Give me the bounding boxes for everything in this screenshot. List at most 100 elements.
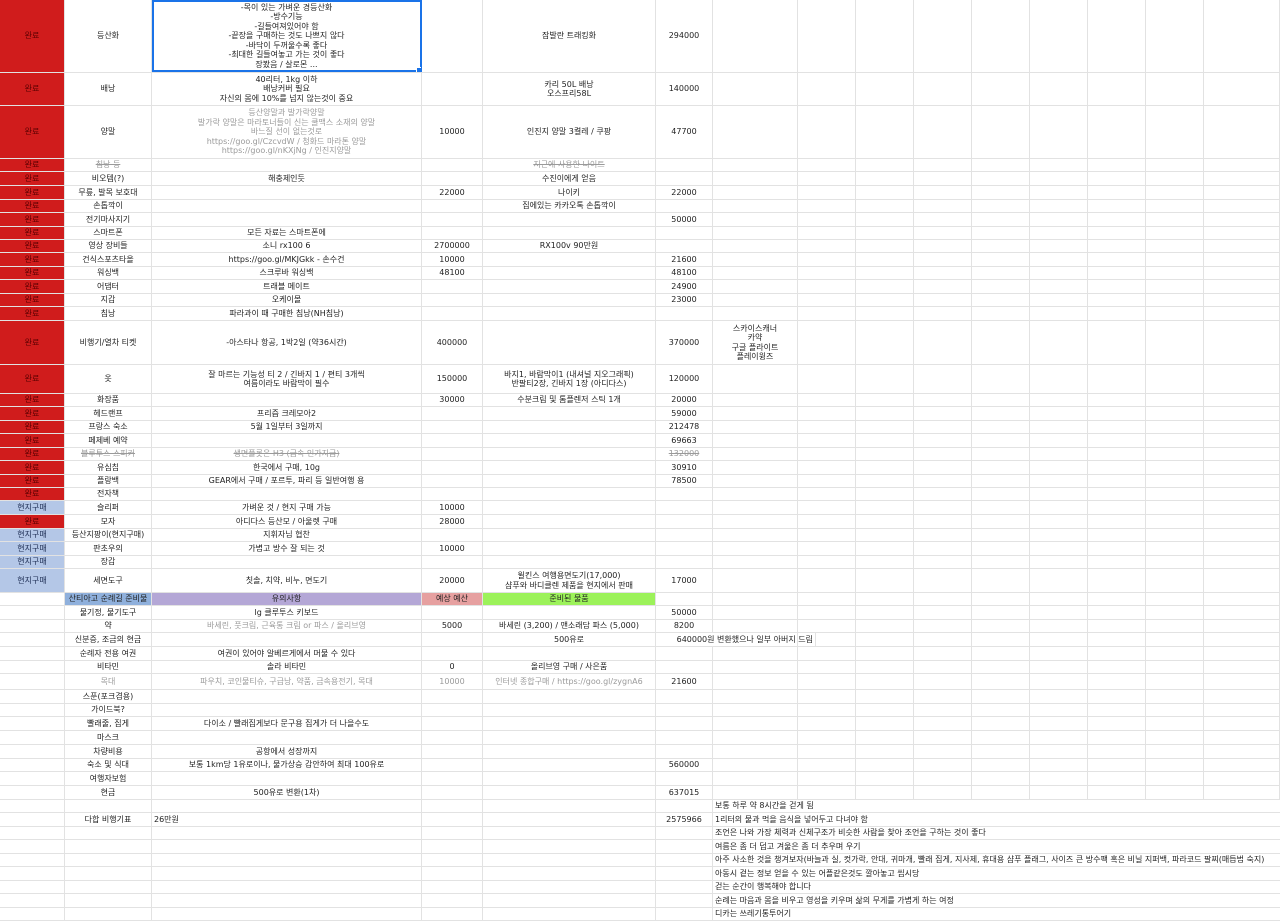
budget-cell[interactable]: 150000 [422,365,483,393]
item-cell[interactable]: 비행기/열차 티켓 [65,321,152,364]
empty-cell[interactable] [856,200,914,212]
budget-cell[interactable] [422,731,483,744]
budget-cell[interactable]: 10000 [422,253,483,266]
status-cell[interactable]: 완료 [0,307,65,320]
empty-cell[interactable] [972,448,1030,460]
empty-cell[interactable] [152,840,422,853]
empty-cell[interactable] [914,200,972,212]
empty-cell[interactable] [1088,501,1146,514]
empty-cell[interactable] [1204,434,1280,447]
status-cell[interactable]: 완료 [0,294,65,306]
budget-cell[interactable] [422,704,483,716]
note-cell[interactable]: 바세린, 풋크림, 근육통 크림 or 파스 / 올리브영 [152,620,422,632]
empty-cell[interactable] [914,690,972,703]
empty-cell[interactable] [1088,280,1146,293]
empty-cell[interactable] [1088,515,1146,528]
empty-cell[interactable] [1088,106,1146,158]
bought-cell[interactable] [483,321,656,364]
note-cell[interactable]: 보통 1km당 1유로이나, 물가상승 감안하여 최대 100유로 [152,759,422,771]
price-cell[interactable] [656,529,713,541]
bought-cell[interactable] [483,772,656,785]
item-cell[interactable]: 판초우의 [65,542,152,555]
empty-cell[interactable] [972,321,1030,364]
empty-cell[interactable] [972,515,1030,528]
empty-cell[interactable] [1146,0,1204,72]
empty-cell[interactable] [856,515,914,528]
item-cell[interactable]: 빨래줄, 집게 [65,717,152,730]
empty-cell[interactable] [1088,647,1146,660]
price-cell[interactable]: 69663 [656,434,713,447]
budget-cell[interactable] [422,434,483,447]
empty-cell[interactable] [856,759,914,771]
empty-cell[interactable] [914,227,972,239]
empty-cell[interactable] [856,106,914,158]
empty-cell[interactable] [1146,294,1204,306]
note-cell[interactable]: 지휘자님 협찬 [152,529,422,541]
bought-cell[interactable] [483,556,656,568]
empty-cell[interactable] [0,854,65,866]
bought-cell[interactable] [483,227,656,239]
empty-cell[interactable] [1088,240,1146,252]
empty-cell[interactable] [1146,213,1204,226]
item-cell[interactable]: 헤드랜프 [65,407,152,420]
empty-cell[interactable] [914,661,972,673]
note-text[interactable]: 순례는 마음과 몸을 비우고 영성을 키우며 삶의 무게를 가볍게 하는 여정 [713,894,1273,907]
budget-cell[interactable] [422,280,483,293]
empty-cell[interactable] [1146,461,1204,474]
empty-cell[interactable] [1088,307,1146,320]
item-cell[interactable]: 침낭 [65,307,152,320]
empty-cell[interactable] [656,800,713,812]
empty-cell[interactable] [1204,106,1280,158]
empty-cell[interactable] [972,633,1030,646]
empty-cell[interactable] [0,606,65,619]
price-cell[interactable] [656,647,713,660]
note-cell[interactable] [152,434,422,447]
empty-cell[interactable] [1088,529,1146,541]
empty-cell[interactable] [856,159,914,171]
empty-cell[interactable] [1204,294,1280,306]
price-cell[interactable] [656,772,713,785]
empty-cell[interactable] [1088,745,1146,758]
budget-cell[interactable] [422,759,483,771]
empty-cell[interactable] [1088,267,1146,279]
budget-cell[interactable]: 10000 [422,501,483,514]
note-cell[interactable]: 해충제인듯 [152,172,422,185]
empty-cell[interactable] [1030,213,1088,226]
item-cell[interactable]: 현금 [65,786,152,799]
bought-cell[interactable] [483,529,656,541]
empty-cell[interactable] [914,556,972,568]
empty-cell[interactable] [914,569,972,592]
empty-cell[interactable] [856,731,914,744]
empty-cell[interactable] [422,908,483,920]
empty-cell[interactable] [914,461,972,474]
empty-cell[interactable] [1030,475,1088,487]
bought-cell[interactable] [483,745,656,758]
empty-cell[interactable] [856,407,914,420]
empty-cell[interactable] [1204,606,1280,619]
empty-cell[interactable] [1030,529,1088,541]
item-cell[interactable]: 숙소 및 식대 [65,759,152,771]
empty-cell[interactable] [856,186,914,199]
empty-cell[interactable] [0,827,65,839]
status-cell[interactable]: 완료 [0,0,65,72]
empty-cell[interactable] [798,606,856,619]
price-cell[interactable] [656,745,713,758]
note-cell[interactable]: 40리터, 1kg 이하 배낭커버 필요 자신의 몸에 10%를 넘지 않는것이… [152,73,422,105]
bought-cell[interactable]: 윌킨스 여행용면도기(17,000) 샴푸와 바디클렌 제품을 현지에서 판매 [483,569,656,592]
empty-cell[interactable] [1204,461,1280,474]
empty-cell[interactable] [1088,661,1146,673]
note-cell[interactable]: lg 클루투스 키보드 [152,606,422,619]
empty-cell[interactable] [798,704,856,716]
empty-cell[interactable] [1204,515,1280,528]
empty-cell[interactable] [914,407,972,420]
extra-cell[interactable] [713,556,798,568]
empty-cell[interactable] [1204,200,1280,212]
empty-cell[interactable] [798,307,856,320]
empty-cell[interactable] [65,867,152,880]
item-cell[interactable]: 비타민 [65,661,152,673]
note-cell[interactable]: 공항에서 성장까지 [152,745,422,758]
empty-cell[interactable] [1146,556,1204,568]
empty-cell[interactable] [856,434,914,447]
empty-cell[interactable] [798,461,856,474]
empty-cell[interactable] [914,159,972,171]
